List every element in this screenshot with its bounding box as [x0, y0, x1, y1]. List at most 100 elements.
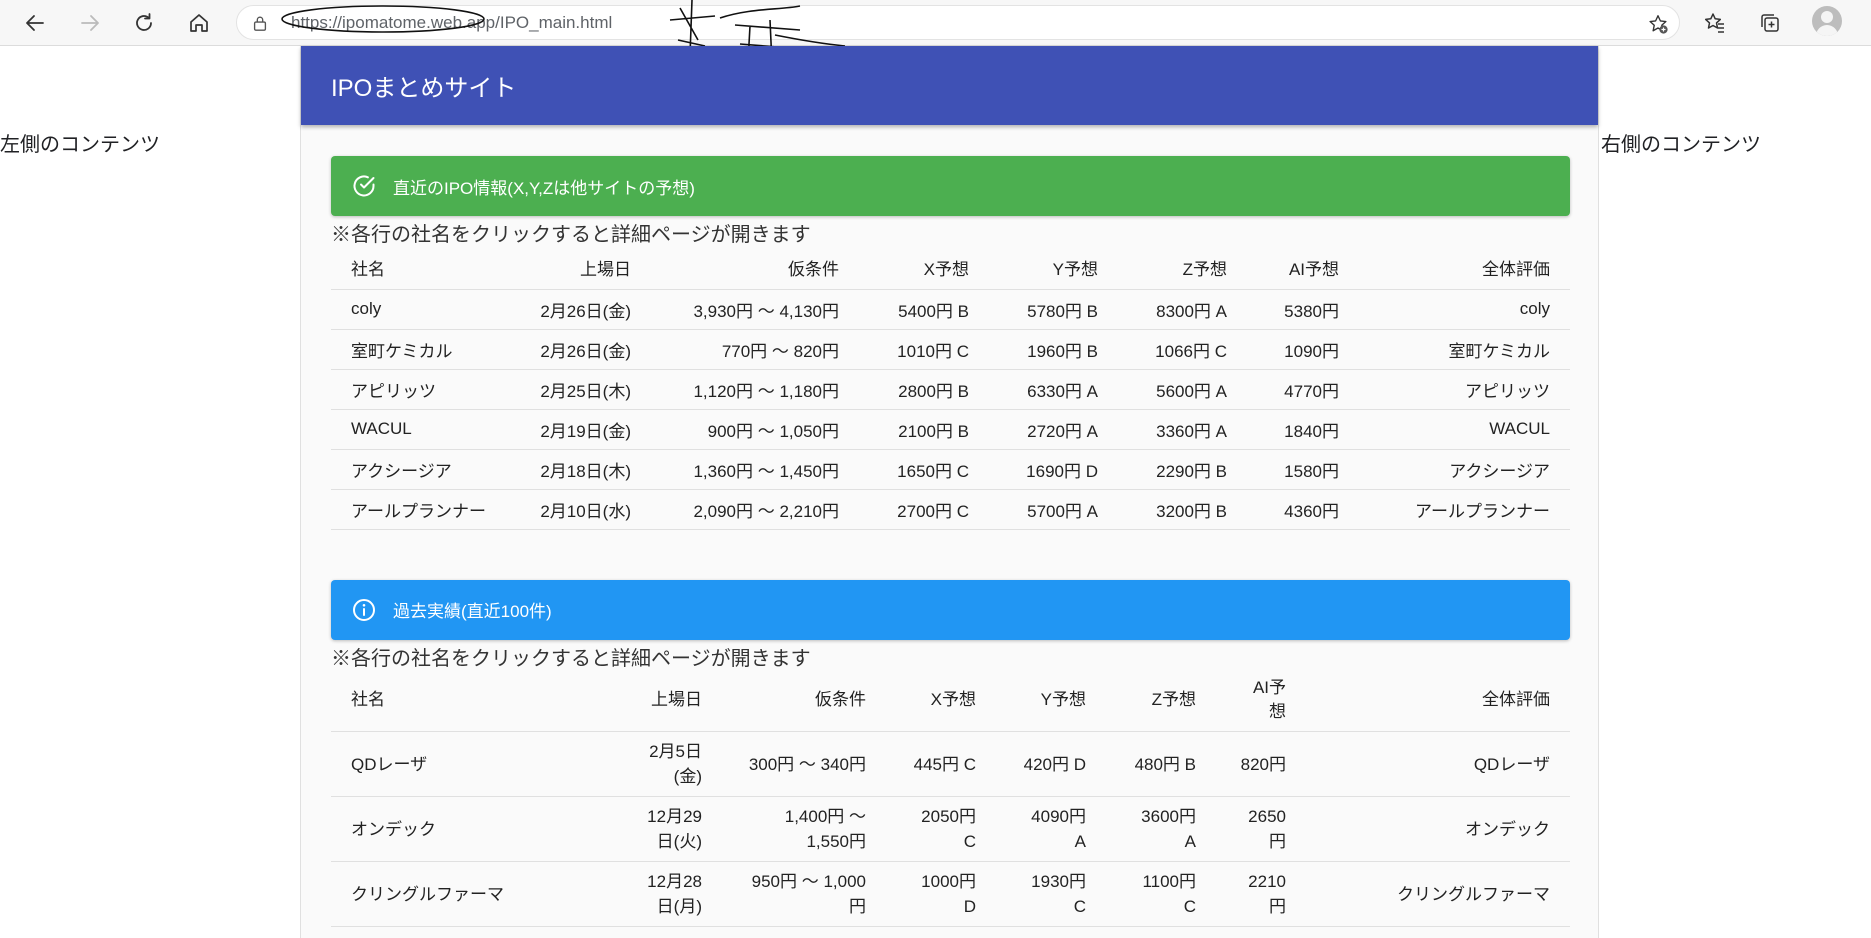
favorites-icon	[1704, 13, 1724, 33]
column-header: X予想	[886, 669, 996, 732]
table-row[interactable]: 室町ケミカル 2月26日(金) 770円 ～ 820円 1010円 C 1960円 B1…	[331, 329, 1570, 370]
profile-icon[interactable]	[1812, 6, 1842, 36]
table-cell: 5700円 A	[989, 489, 1118, 530]
table-cell: 2月5日(金)	[621, 731, 722, 797]
column-header: 社名	[331, 669, 621, 732]
content-area: 直近のIPO情報(X,Y,Zは他サイトの予想) ※各行の社名をクリックすると詳細…	[331, 156, 1570, 927]
company-name-cell[interactable]: QDレーザ	[331, 731, 621, 797]
column-header: 仮条件	[722, 669, 886, 732]
browser-toolbar: https://ipomatome.web.app/IPO_main.html	[0, 0, 1871, 65]
past-results-table: 社名 上場日 仮条件 X予想 Y予想 Z予想 AI予想 全体評価 QDレーザ 2月5日(金) 30…	[331, 669, 1570, 927]
column-header: 仮条件	[651, 246, 859, 290]
table-cell: 1066円 C	[1118, 329, 1247, 370]
table-cell: 2210円	[1216, 861, 1306, 927]
favorites-button[interactable]	[1696, 4, 1734, 42]
company-name-cell[interactable]: coly	[331, 289, 511, 330]
table-cell: 5780円 B	[989, 289, 1118, 330]
table-row[interactable]: coly 2月26日(金) 3,930円 ～ 4,130円 5400円 B 5780円 …	[331, 289, 1570, 330]
table-cell: 12月29日(火)	[621, 796, 722, 862]
collections-icon	[1761, 14, 1779, 32]
column-header: AI予想	[1216, 669, 1306, 732]
company-name-cell[interactable]: オンデック	[331, 796, 621, 862]
table-row[interactable]: オンデック 12月29日(火) 1,400円 ～ 1,550円 2050円 C 4090…	[331, 796, 1570, 862]
reload-button[interactable]	[125, 4, 163, 42]
table-cell: 5400円 B	[859, 289, 989, 330]
table-cell: 1840円	[1247, 409, 1359, 450]
table-cell: 2650円	[1216, 796, 1306, 862]
lock-icon[interactable]	[251, 14, 269, 32]
table-cell: QDレーザ	[1306, 731, 1570, 797]
home-icon	[190, 14, 208, 32]
table-row[interactable]: WACUL 2月19日(金) 900円 ～ 1,050円 2100円 B 2720円 A…	[331, 409, 1570, 450]
forward-button[interactable]	[71, 4, 109, 42]
table-cell: WACUL	[1359, 409, 1570, 450]
table-row[interactable]: アクシージア 2月18日(木) 1,360円 ～ 1,450円 1650円 C 1690…	[331, 449, 1570, 490]
home-button[interactable]	[180, 4, 218, 42]
column-header: X予想	[859, 246, 989, 290]
table-cell: 4090円 A	[996, 796, 1106, 862]
table-cell: 4770円	[1247, 369, 1359, 410]
right-side-content: 右側のコンテンツ	[1601, 134, 1761, 156]
table-cell: 770円 ～ 820円	[651, 329, 859, 370]
table-cell: 室町ケミカル	[1359, 329, 1570, 370]
table-cell: 300円 ～ 340円	[722, 731, 886, 797]
table-cell: 2月10日(水)	[511, 489, 651, 530]
company-name-cell[interactable]: アピリッツ	[331, 369, 511, 410]
table-cell: 1100円 C	[1106, 861, 1216, 927]
table-cell: 8300円 A	[1118, 289, 1247, 330]
table-cell: 3360円 A	[1118, 409, 1247, 450]
table-cell: 1010円 C	[859, 329, 989, 370]
table-cell: 480円 B	[1106, 731, 1216, 797]
table-cell: オンデック	[1306, 796, 1570, 862]
table-cell: 5380円	[1247, 289, 1359, 330]
table-row[interactable]: アールプランナー 2月10日(水) 2,090円 ～ 2,210円 2700円 C 57…	[331, 489, 1570, 530]
table-row[interactable]: QDレーザ 2月5日(金) 300円 ～ 340円 445円 C 420円 D 480円 …	[331, 731, 1570, 797]
company-name-cell[interactable]: クリングルファーマ	[331, 861, 621, 927]
table-row[interactable]: クリングルファーマ 12月28日(月) 950円 ～ 1,000円 1000円 D 19…	[331, 861, 1570, 927]
table-cell: 2290円 B	[1118, 449, 1247, 490]
recent-ipo-alert-text: 直近のIPO情報(X,Y,Zは他サイトの予想)	[393, 178, 695, 198]
table-cell: 2月18日(木)	[511, 449, 651, 490]
column-header: 全体評価	[1359, 246, 1570, 290]
table-cell: 445円 C	[886, 731, 996, 797]
table-cell: 2月26日(金)	[511, 329, 651, 370]
table-cell: 2月26日(金)	[511, 289, 651, 330]
main-column: IPOまとめサイト 直近のIPO情報(X,Y,Zは他サイトの予想) ※各行の社名…	[300, 46, 1599, 938]
table-row[interactable]: アピリッツ 2月25日(木) 1,120円 ～ 1,180円 2800円 B 6330円…	[331, 369, 1570, 410]
company-name-cell[interactable]: アールプランナー	[331, 489, 511, 530]
back-button[interactable]	[16, 4, 54, 42]
table-cell: 4360円	[1247, 489, 1359, 530]
column-header: Z予想	[1106, 669, 1216, 732]
back-arrow-icon	[26, 15, 44, 31]
column-header: Y予想	[989, 246, 1118, 290]
add-favorite-icon[interactable]	[1647, 13, 1669, 35]
table-cell: 1,360円 ～ 1,450円	[651, 449, 859, 490]
table-cell: 2,090円 ～ 2,210円	[651, 489, 859, 530]
table-cell: 2800円 B	[859, 369, 989, 410]
past-click-note: ※各行の社名をクリックすると詳細ページが開きます	[331, 647, 811, 670]
table-cell: 2100円 B	[859, 409, 989, 450]
table-cell: 820円	[1216, 731, 1306, 797]
address-bar[interactable]: https://ipomatome.web.app/IPO_main.html	[236, 5, 1680, 40]
table-cell: 1,400円 ～ 1,550円	[722, 796, 886, 862]
table-cell: 1930円 C	[996, 861, 1106, 927]
company-name-cell[interactable]: 室町ケミカル	[331, 329, 511, 370]
table-header-row: 社名 上場日 仮条件 X予想 Y予想 Z予想 AI予想 全体評価	[331, 246, 1570, 290]
company-name-cell[interactable]: WACUL	[331, 409, 511, 450]
url-text[interactable]: https://ipomatome.web.app/IPO_main.html	[291, 13, 612, 33]
app-header: IPOまとめサイト	[301, 46, 1598, 125]
column-header: 上場日	[511, 246, 651, 290]
table-cell: 420円 D	[996, 731, 1106, 797]
collections-button[interactable]	[1751, 4, 1789, 42]
past-results-alert: 過去実績(直近100件)	[331, 579, 1570, 640]
recent-click-note: ※各行の社名をクリックすると詳細ページが開きます	[331, 224, 811, 246]
company-name-cell[interactable]: アクシージア	[331, 449, 511, 490]
table-cell: 900円 ～ 1,050円	[651, 409, 859, 450]
table-cell: 1650円 C	[859, 449, 989, 490]
table-cell: 1690円 D	[989, 449, 1118, 490]
column-header: 上場日	[621, 669, 722, 732]
table-cell: 5600円 A	[1118, 369, 1247, 410]
past-results-alert-text: 過去実績(直近100件)	[393, 602, 552, 621]
table-cell: 1960円 B	[989, 329, 1118, 370]
table-cell: 2月25日(木)	[511, 369, 651, 410]
